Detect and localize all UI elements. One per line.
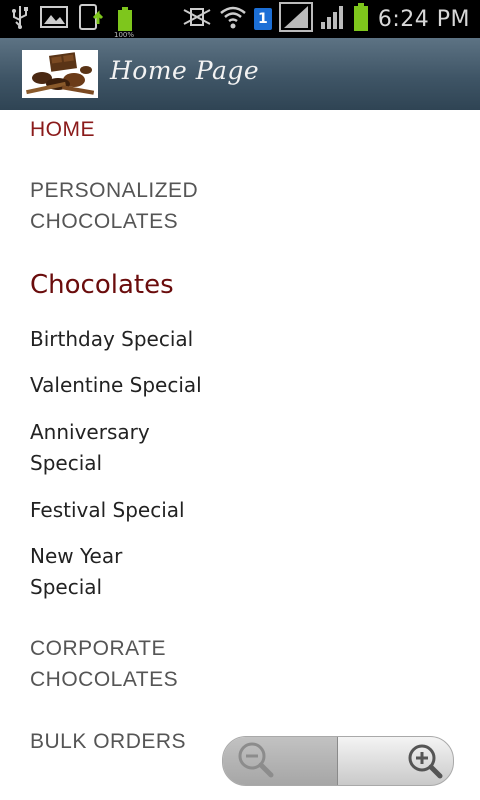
sub-item-valentine[interactable]: Valentine Special xyxy=(30,370,202,401)
sub-item-new-year[interactable]: New Year Special xyxy=(30,541,122,603)
zoom-out-button[interactable] xyxy=(223,737,338,785)
sub-item-label: Valentine Special xyxy=(30,373,202,397)
nav-label-line: CHOCOLATES xyxy=(30,210,179,233)
sub-item-label: New Year xyxy=(30,544,123,568)
nav-home[interactable]: HOME xyxy=(30,114,95,145)
sub-item-festival[interactable]: Festival Special xyxy=(30,495,185,526)
battery-full-icon: 100% xyxy=(114,7,134,39)
signal-strength-icon xyxy=(320,4,346,34)
zoom-out-icon xyxy=(235,739,275,783)
zoom-in-icon xyxy=(403,739,443,783)
wifi-icon xyxy=(219,4,247,34)
sub-item-label: Festival Special xyxy=(30,498,185,522)
chocolate-image-icon xyxy=(22,50,98,98)
gallery-icon xyxy=(40,5,68,33)
nav-label-line: PERSONALIZED xyxy=(30,179,199,202)
notification-icons: 100% xyxy=(10,4,134,39)
action-bar: Home Page xyxy=(0,38,480,110)
sub-item-label: Special xyxy=(30,575,103,599)
page-title: Home Page xyxy=(110,56,260,85)
sim-slot-badge: 1 xyxy=(253,8,272,30)
clock: 6:24 PM xyxy=(377,6,470,32)
sub-item-birthday[interactable]: Birthday Special xyxy=(30,324,193,355)
status-bar: 100% 1 6:24 PM xyxy=(0,0,480,39)
sub-item-label: Birthday Special xyxy=(30,327,194,351)
sub-item-anniversary[interactable]: Anniversary Special xyxy=(30,417,150,479)
usb-icon xyxy=(10,4,30,34)
nav-label-line: CORPORATE xyxy=(30,637,166,660)
nav-personalized-chocolates[interactable]: PERSONALIZED CHOCOLATES xyxy=(30,175,198,237)
zoom-in-button[interactable] xyxy=(338,737,453,785)
sub-item-label: Special xyxy=(30,451,103,475)
nav-label-line: CHOCOLATES xyxy=(30,668,179,691)
upload-phone-icon xyxy=(78,4,108,34)
battery-icon xyxy=(353,3,369,35)
signal-box-icon xyxy=(278,2,313,36)
system-icons: 1 6:24 PM xyxy=(182,2,470,36)
sub-item-label: Anniversary xyxy=(30,420,150,444)
nav-corporate-chocolates[interactable]: CORPORATE CHOCOLATES xyxy=(30,633,178,695)
zoom-controls xyxy=(222,736,454,786)
nav-bulk-orders[interactable]: BULK ORDERS xyxy=(30,726,186,757)
section-title-chocolates: Chocolates xyxy=(30,270,174,300)
app-logo[interactable] xyxy=(22,50,98,98)
vibrate-icon xyxy=(182,6,212,32)
